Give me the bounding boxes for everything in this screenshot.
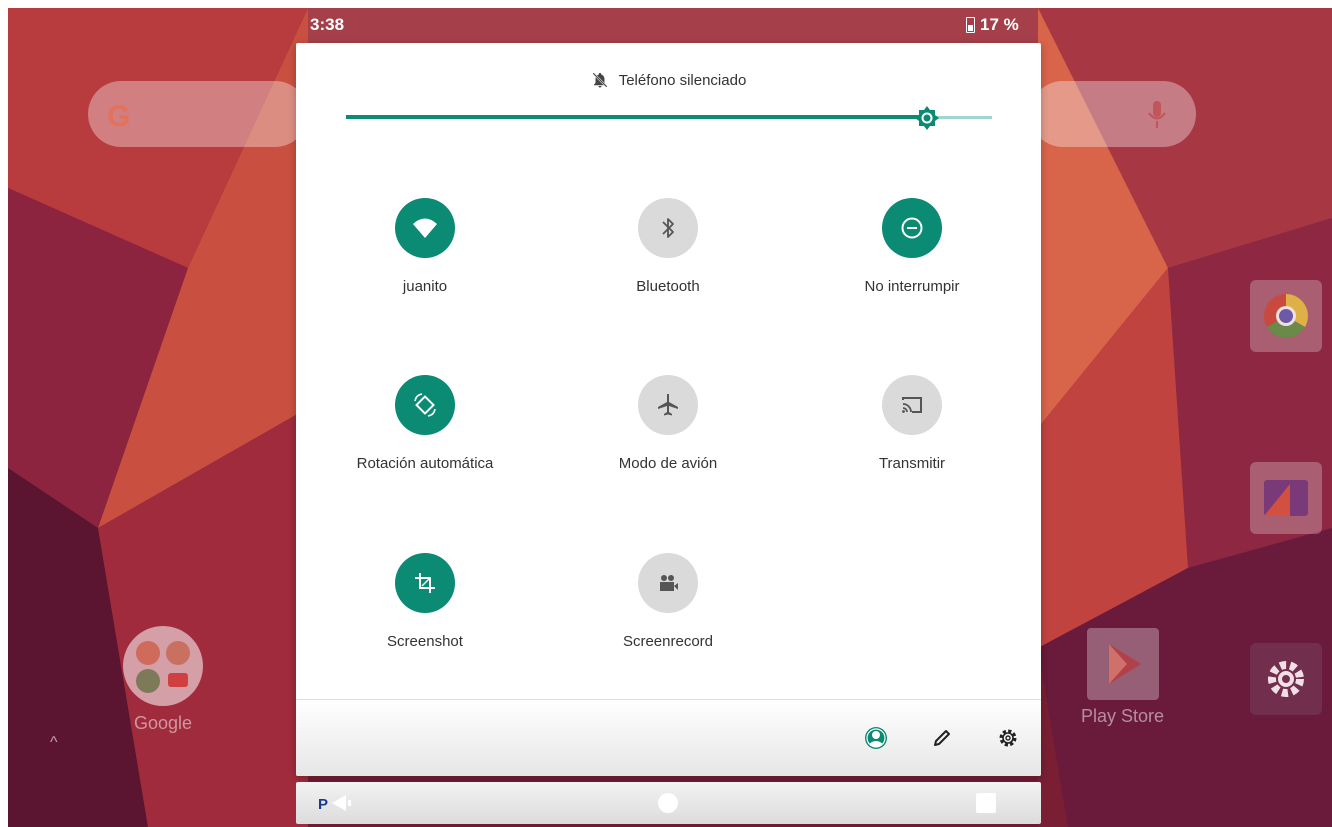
status-time: 3:38: [310, 15, 345, 34]
tile-auto-rotate[interactable]: Rotación automática: [305, 375, 545, 472]
home-button[interactable]: [658, 793, 678, 813]
tile-bluetooth-button[interactable]: [638, 198, 698, 258]
app-label-google: Google: [133, 713, 193, 733]
brightness-slider[interactable]: [346, 105, 992, 131]
tile-auto-rotate-label: Rotación automática: [356, 455, 494, 472]
cast-icon: [902, 397, 922, 413]
video-camera-icon: [660, 575, 678, 591]
quick-settings-panel: Teléfono silenciado juanito Bluetooth No…: [296, 43, 1041, 776]
tile-cast-label: Transmitir: [878, 455, 946, 472]
play-store-icon: [1086, 628, 1159, 700]
tile-cast-button[interactable]: [882, 375, 942, 435]
tile-screenrecord[interactable]: Screenrecord: [548, 553, 788, 650]
user-icon[interactable]: [863, 725, 889, 751]
recents-button[interactable]: [976, 793, 996, 813]
back-icon: P: [318, 795, 351, 813]
chrome-app-icon[interactable]: [1250, 280, 1322, 352]
crop-icon: [415, 573, 435, 593]
tile-wifi[interactable]: juanito: [305, 198, 545, 295]
sound-status[interactable]: Teléfono silenciado: [296, 71, 1041, 89]
microphone-icon[interactable]: [1146, 100, 1168, 130]
settings-app-icon[interactable]: [1250, 643, 1322, 715]
tile-wifi-label: juanito: [402, 278, 448, 295]
tile-airplane-mode[interactable]: Modo de avión: [548, 375, 788, 472]
navigation-bar: P: [296, 782, 1041, 824]
quick-settings-footer: [296, 699, 1041, 776]
tile-screenshot-label: Screenshot: [387, 633, 463, 650]
back-button[interactable]: P: [318, 793, 358, 813]
bell-off-icon: [592, 72, 608, 88]
status-battery: 17 %: [966, 15, 1019, 35]
frame-border-top: [0, 0, 1332, 8]
do-not-disturb-icon: [901, 217, 923, 239]
photos-app-icon[interactable]: [1250, 462, 1322, 534]
tile-do-not-disturb[interactable]: No interrumpir: [792, 198, 1032, 295]
auto-rotate-icon: [414, 393, 436, 417]
tile-screenshot[interactable]: Screenshot: [305, 553, 545, 650]
google-folder[interactable]: Google: [118, 625, 208, 734]
tile-do-not-disturb-label: No interrumpir: [864, 278, 960, 295]
google-search-bar-end[interactable]: [1030, 81, 1196, 147]
google-g-icon: G: [107, 100, 131, 133]
tile-airplane-mode-button[interactable]: [638, 375, 698, 435]
gear-icon[interactable]: [995, 725, 1021, 751]
tile-screenrecord-label: Screenrecord: [622, 633, 714, 650]
tile-bluetooth-label: Bluetooth: [636, 278, 700, 295]
tile-auto-rotate-button[interactable]: [395, 375, 455, 435]
frame-border-left: [0, 0, 8, 827]
tile-airplane-mode-label: Modo de avión: [618, 455, 718, 472]
brightness-icon: [915, 106, 940, 130]
battery-level: 17 %: [980, 15, 1019, 34]
tile-wifi-button[interactable]: [395, 198, 455, 258]
app-label-play-store: Play Store: [1080, 706, 1165, 726]
sound-status-label: Teléfono silenciado: [618, 71, 747, 89]
airplane-icon: [658, 394, 678, 416]
bluetooth-icon: [662, 218, 674, 238]
tile-screenshot-button[interactable]: [395, 553, 455, 613]
app-drawer-chevron-up-icon[interactable]: ^: [50, 734, 58, 752]
tile-bluetooth[interactable]: Bluetooth: [548, 198, 788, 295]
tile-screenrecord-button[interactable]: [638, 553, 698, 613]
google-folder-icon: [123, 626, 203, 706]
tile-do-not-disturb-button[interactable]: [882, 198, 942, 258]
play-store-app[interactable]: Play Store: [1075, 628, 1170, 727]
battery-icon: [966, 17, 975, 33]
svg-text:P: P: [318, 796, 328, 813]
tile-cast[interactable]: Transmitir: [792, 375, 1032, 472]
brightness-thumb[interactable]: [914, 105, 940, 131]
pencil-icon[interactable]: [929, 725, 955, 751]
brightness-fill: [346, 115, 928, 119]
wifi-icon: [413, 218, 437, 238]
